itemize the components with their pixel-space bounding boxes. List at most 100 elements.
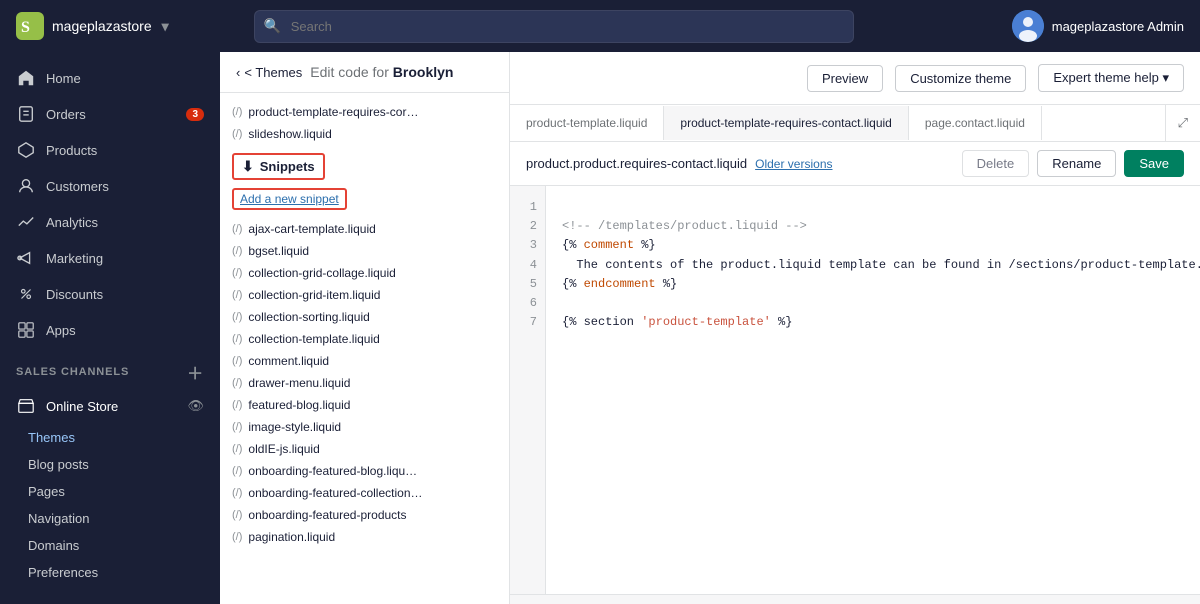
sidebar-item-online-store[interactable]: Online Store 👁 (0, 388, 220, 424)
tab-page-contact[interactable]: page.contact.liquid (909, 106, 1042, 140)
pages-label: Pages (28, 484, 65, 499)
file-dot-icon: (/) (232, 333, 242, 345)
delete-button[interactable]: Delete (962, 150, 1030, 177)
file-dot-icon: (/) (232, 421, 242, 433)
snippet-name-14: pagination.liquid (248, 530, 335, 544)
snippet-file-13[interactable]: (/) onboarding-featured-products (220, 504, 509, 526)
code-line-6: {% section 'product-template' %} (562, 315, 792, 329)
code-line-3: The contents of the product.liquid templ… (562, 258, 1200, 272)
file-dot-icon: (/) (232, 399, 242, 411)
sidebar-item-home[interactable]: Home (0, 60, 220, 96)
snippet-name-2: collection-grid-collage.liquid (248, 266, 395, 280)
sidebar-sub-item-preferences[interactable]: Preferences (0, 559, 220, 586)
sidebar-item-discounts[interactable]: Discounts (0, 276, 220, 312)
customers-icon (16, 176, 36, 196)
snippet-file-10[interactable]: (/) oldIE-js.liquid (220, 438, 509, 460)
sidebar-item-orders[interactable]: Orders 3 (0, 96, 220, 132)
file-dot-icon: (/) (232, 509, 242, 521)
svg-text:S: S (21, 19, 30, 36)
sidebar-sub-item-blog-posts[interactable]: Blog posts (0, 451, 220, 478)
file-dot-icon: (/) (232, 355, 242, 367)
home-icon (16, 68, 36, 88)
tab-product-template-requires-contact[interactable]: product-template-requires-contact.liquid (664, 106, 908, 140)
expert-theme-help-button[interactable]: Expert theme help ▾ (1038, 64, 1184, 92)
online-store-icon (16, 396, 36, 416)
snippet-file-6[interactable]: (/) comment.liquid (220, 350, 509, 372)
older-versions-link[interactable]: Older versions (755, 157, 832, 171)
sidebar-item-analytics[interactable]: Analytics (0, 204, 220, 240)
file-dot-icon: (/) (232, 289, 242, 301)
file-item-1[interactable]: (/) slideshow.liquid (220, 123, 509, 145)
sidebar-sub-item-domains[interactable]: Domains (0, 532, 220, 559)
tab-product-template[interactable]: product-template.liquid (510, 106, 664, 140)
snippet-file-3[interactable]: (/) collection-grid-item.liquid (220, 284, 509, 306)
shopify-logo[interactable]: S mageplazastore ▾ (16, 12, 169, 40)
snippet-name-3: collection-grid-item.liquid (248, 288, 380, 302)
snippet-file-2[interactable]: (/) collection-grid-collage.liquid (220, 262, 509, 284)
eye-icon[interactable]: 👁 (187, 398, 204, 414)
preview-button[interactable]: Preview (807, 65, 883, 92)
file-dot-icon: (/) (232, 223, 242, 235)
search-icon: 🔍 (264, 18, 281, 35)
sidebar-sub-item-navigation[interactable]: Navigation (0, 505, 220, 532)
file-dot-icon: (/) (232, 245, 242, 257)
line-number-7: 7 (518, 313, 537, 332)
snippet-file-9[interactable]: (/) image-style.liquid (220, 416, 509, 438)
line-numbers: 1 2 3 4 5 6 7 (510, 186, 546, 594)
search-bar: 🔍 (254, 10, 854, 43)
marketing-icon (16, 248, 36, 268)
sidebar-item-apps[interactable]: Apps (0, 312, 220, 348)
navigation-label: Navigation (28, 511, 89, 526)
sidebar-sub-item-themes[interactable]: Themes (0, 424, 220, 451)
sidebar-orders-label: Orders (46, 107, 86, 122)
snippets-folder-icon: ⬇ (242, 158, 254, 175)
file-dot-icon: (/) (232, 465, 242, 477)
snippet-name-13: onboarding-featured-products (248, 508, 406, 522)
add-sales-channel-button[interactable]: ＋ (187, 360, 204, 384)
blog-posts-label: Blog posts (28, 457, 89, 472)
snippet-file-4[interactable]: (/) collection-sorting.liquid (220, 306, 509, 328)
file-tree: (/) product-template-requires-cor… (/) s… (220, 93, 509, 604)
snippet-file-8[interactable]: (/) featured-blog.liquid (220, 394, 509, 416)
snippet-file-0[interactable]: (/) ajax-cart-template.liquid (220, 218, 509, 240)
file-name-label: product.product.requires-contact.liquid (526, 156, 747, 171)
code-content[interactable]: <!-- /templates/product.liquid --> {% co… (546, 186, 1200, 594)
snippet-file-14[interactable]: (/) pagination.liquid (220, 526, 509, 548)
breadcrumb-back-button[interactable]: ‹ < Themes (236, 65, 302, 80)
code-line-5 (562, 296, 569, 310)
preferences-label: Preferences (28, 565, 98, 580)
customize-theme-button[interactable]: Customize theme (895, 65, 1026, 92)
snippet-file-1[interactable]: (/) bgset.liquid (220, 240, 509, 262)
file-dot-icon: (/) (232, 487, 242, 499)
sidebar-item-customers[interactable]: Customers (0, 168, 220, 204)
sidebar-item-products[interactable]: Products (0, 132, 220, 168)
sidebar-products-label: Products (46, 143, 97, 158)
search-input[interactable] (254, 10, 854, 43)
code-editor[interactable]: 1 2 3 4 5 6 7 <!-- /templates/product.li… (510, 186, 1200, 594)
topbar: S mageplazastore ▾ 🔍 mageplazastore Admi… (0, 0, 1200, 52)
snippet-name-12: onboarding-featured-collection… (248, 486, 422, 500)
sales-channels-label: SALES CHANNELS (16, 366, 129, 378)
line-number-3: 3 (518, 236, 537, 255)
snippet-file-11[interactable]: (/) onboarding-featured-blog.liqu… (220, 460, 509, 482)
snippet-name-7: drawer-menu.liquid (248, 376, 350, 390)
snippet-name-6: comment.liquid (248, 354, 329, 368)
apps-icon (16, 320, 36, 340)
sidebar-item-pos[interactable]: Point of Sale (0, 594, 220, 604)
file-item-0[interactable]: (/) product-template-requires-cor… (220, 101, 509, 123)
editor-toolbar: product.product.requires-contact.liquid … (510, 142, 1200, 186)
expand-icon[interactable]: ⤢ (1165, 105, 1200, 141)
save-button[interactable]: Save (1124, 150, 1184, 177)
file-dot-icon: (/) (232, 267, 242, 279)
sidebar-item-marketing[interactable]: Marketing (0, 240, 220, 276)
editor-horizontal-scrollbar[interactable] (510, 594, 1200, 604)
sidebar-apps-label: Apps (46, 323, 76, 338)
rename-button[interactable]: Rename (1037, 150, 1116, 177)
snippet-file-12[interactable]: (/) onboarding-featured-collection… (220, 482, 509, 504)
sidebar-sub-item-pages[interactable]: Pages (0, 478, 220, 505)
sidebar-home-label: Home (46, 71, 81, 86)
snippet-file-7[interactable]: (/) drawer-menu.liquid (220, 372, 509, 394)
store-chevron-icon[interactable]: ▾ (162, 18, 169, 35)
add-snippet-link[interactable]: Add a new snippet (220, 184, 509, 218)
snippet-file-5[interactable]: (/) collection-template.liquid (220, 328, 509, 350)
